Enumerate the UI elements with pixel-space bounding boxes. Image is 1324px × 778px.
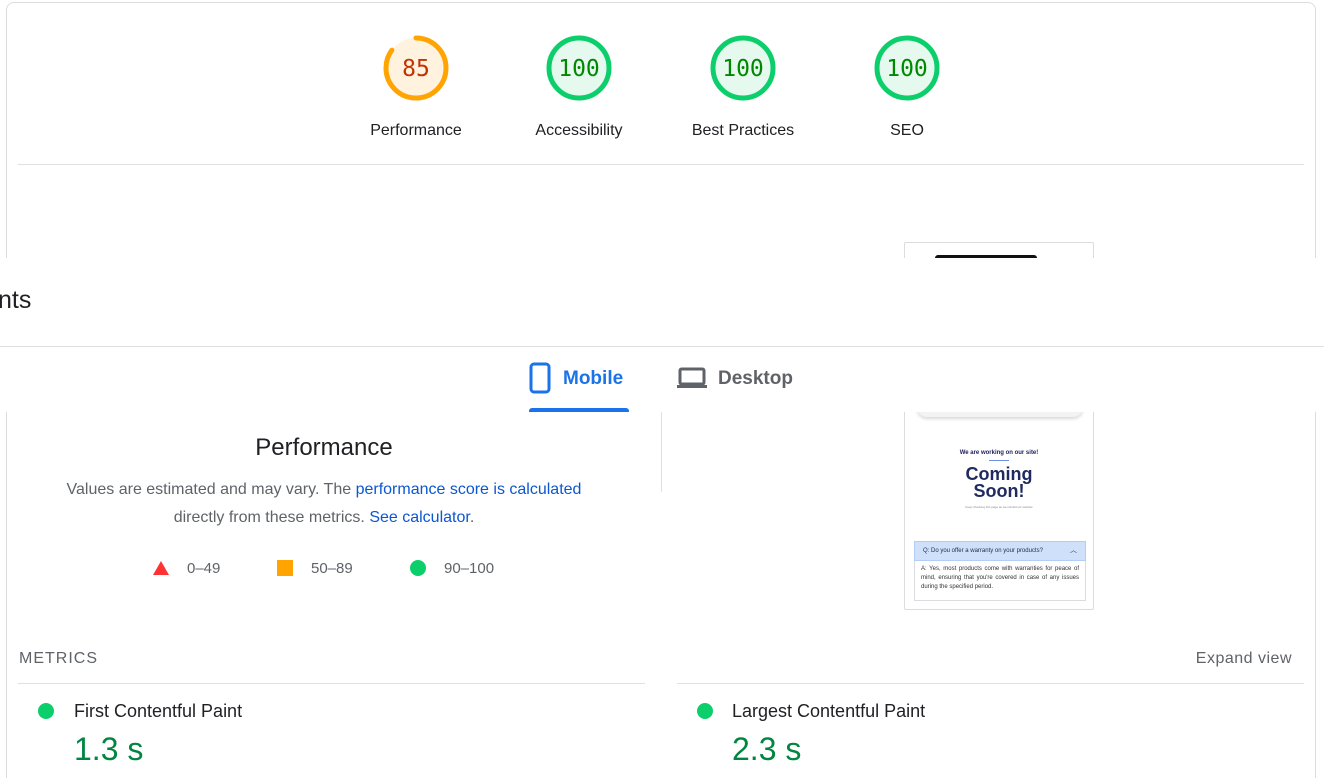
circle-icon xyxy=(410,560,426,576)
thumb-tagline: Keep checking this page as we rebuild ou… xyxy=(965,505,1033,509)
sticky-header: nts Mobile Desktop xyxy=(0,258,1324,412)
tab-mobile-label: Mobile xyxy=(563,368,624,389)
thumb-heading-big: Coming Soon! xyxy=(905,465,1093,501)
gauge-seo[interactable]: 100 SEO xyxy=(842,34,972,140)
thumb-heading-line2: Soon! xyxy=(973,481,1025,501)
column-divider xyxy=(661,412,662,492)
metrics-divider-right xyxy=(677,683,1304,684)
tab-desktop-label: Desktop xyxy=(718,368,793,389)
gauge-score: 100 xyxy=(558,56,600,82)
smartphone-icon xyxy=(529,362,551,394)
thumb-underline xyxy=(989,460,1009,461)
thumb-faq-question-text: Q: Do you offer a warranty on your produ… xyxy=(923,548,1043,554)
metrics-heading: METRICS xyxy=(19,650,98,667)
gauge-label: SEO xyxy=(890,122,924,139)
legend-fail: 0–49 xyxy=(153,558,220,578)
performance-description: Values are estimated and may vary. The p… xyxy=(30,476,618,532)
laptop-icon xyxy=(677,367,707,388)
legend-average: 50–89 xyxy=(277,558,353,578)
desc-text-1: Values are estimated and may vary. The xyxy=(66,481,356,498)
gauge-score: 100 xyxy=(722,56,764,82)
status-pass-icon xyxy=(38,703,54,719)
legend-range: 0–49 xyxy=(187,559,221,577)
gauge-performance[interactable]: 85 Performance xyxy=(351,34,481,140)
performance-score-link[interactable]: performance score is calculated xyxy=(356,481,582,498)
thumb-heading-small: We are working on our site! xyxy=(959,450,1039,456)
gauge-accessibility[interactable]: 100 Accessibility xyxy=(514,34,644,140)
desc-text-2: directly from these metrics. xyxy=(173,509,370,526)
gauge-score: 85 xyxy=(402,56,430,82)
metric-value-fcp: 1.3 s xyxy=(74,731,144,767)
gauge-ring: 100 xyxy=(874,35,940,101)
thumb-faq-answer: A: Yes, most products come with warranti… xyxy=(914,561,1086,601)
see-calculator-link[interactable]: See calculator xyxy=(369,509,470,526)
legend-range: 90–100 xyxy=(444,559,495,577)
gauge-ring: 85 xyxy=(383,35,449,101)
gauge-label: Performance xyxy=(370,122,462,139)
legend-range: 50–89 xyxy=(311,559,353,577)
divider xyxy=(18,164,1304,165)
sticky-divider xyxy=(0,346,1324,347)
thumb-faq-question: Q: Do you offer a warranty on your produ… xyxy=(914,541,1086,561)
gauge-score: 100 xyxy=(886,56,928,82)
tab-mobile[interactable]: Mobile xyxy=(529,362,629,412)
tab-desktop[interactable]: Desktop xyxy=(676,362,806,412)
desc-end: . xyxy=(469,509,475,526)
gauge-ring: 100 xyxy=(546,35,612,101)
gauge-label: Accessibility xyxy=(535,122,623,139)
chevron-up-icon: ︿ xyxy=(1070,547,1077,554)
gauge-ring: 100 xyxy=(710,35,776,101)
status-pass-icon xyxy=(697,703,713,719)
square-icon xyxy=(277,560,293,576)
section-title-fragment: nts xyxy=(0,286,32,314)
score-gauges: 85 Performance 100 Accessibility 100 Bes… xyxy=(0,0,1324,160)
metric-value-lcp: 2.3 s xyxy=(732,731,802,767)
metric-name-lcp: Largest Contentful Paint xyxy=(732,701,926,721)
legend-pass: 90–100 xyxy=(410,558,494,578)
metrics-divider-left xyxy=(18,683,645,684)
metric-name-fcp: First Contentful Paint xyxy=(74,701,243,721)
gauge-label: Best Practices xyxy=(691,122,795,139)
triangle-icon xyxy=(153,561,169,575)
performance-title: Performance xyxy=(255,434,393,461)
active-tab-indicator xyxy=(529,408,629,412)
gauge-best-practices[interactable]: 100 Best Practices xyxy=(678,34,808,140)
expand-view-button[interactable]: Expand view xyxy=(1196,650,1292,668)
